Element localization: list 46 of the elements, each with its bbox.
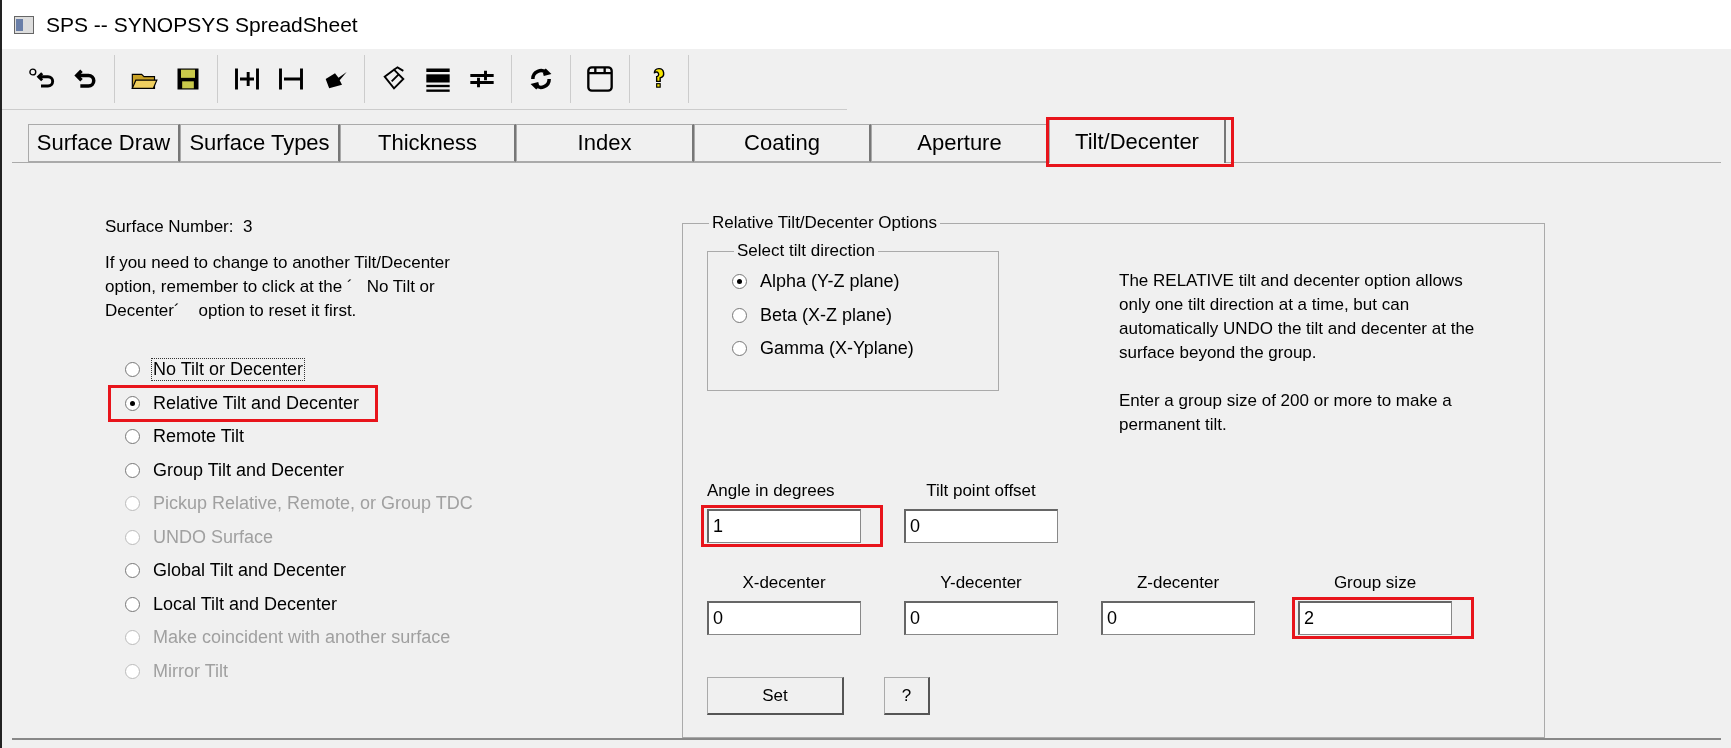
input-field[interactable]: 2 xyxy=(1298,601,1452,635)
field-label: Angle in degrees xyxy=(707,481,835,501)
set-button[interactable]: Set xyxy=(707,677,844,715)
radio-button[interactable] xyxy=(125,462,140,478)
input-field[interactable]: 0 xyxy=(904,601,1058,635)
field-label: X-decenter xyxy=(742,573,826,593)
radio-button[interactable] xyxy=(732,274,747,290)
field-label: Group size xyxy=(1333,573,1417,593)
option-label[interactable]: Gamma (X-Yplane) xyxy=(759,338,915,360)
surface-number: Surface Number: 3 xyxy=(105,216,254,238)
option-label[interactable]: No Tilt or Decenter xyxy=(152,359,305,381)
option-label[interactable]: Group Tilt and Decenter xyxy=(152,459,346,481)
group-title: Relative Tilt/Decenter Options xyxy=(711,213,938,233)
input-field[interactable]: 1 xyxy=(707,509,861,543)
field-label: Y-decenter xyxy=(940,573,1022,593)
option-label[interactable]: Local Tilt and Decenter xyxy=(152,593,339,615)
option-label[interactable]: Beta (X-Z plane) xyxy=(759,304,894,326)
radio-button[interactable] xyxy=(125,596,140,612)
radio-button[interactable] xyxy=(732,307,747,323)
window-title: SPS -- SYNOPSYS SpreadSheet xyxy=(46,12,358,37)
tab[interactable]: Thickness xyxy=(340,124,516,162)
help-button[interactable]: ? xyxy=(884,677,930,715)
tab[interactable]: Aperture xyxy=(871,124,1049,162)
option-label[interactable]: Global Tilt and Decenter xyxy=(152,560,348,582)
app-icon xyxy=(14,15,34,34)
input-field[interactable]: 0 xyxy=(904,509,1058,543)
input-field[interactable]: 0 xyxy=(707,601,861,635)
radio-button[interactable] xyxy=(125,395,140,411)
tab[interactable]: Surface Draw xyxy=(28,124,180,162)
option-label[interactable]: Relative Tilt and Decenter xyxy=(152,392,361,414)
description-text: Enter a group size of 200 or more to make a permanent tilt. xyxy=(1119,390,1453,436)
option-label[interactable]: Remote Tilt xyxy=(152,426,246,448)
radio-button[interactable] xyxy=(732,341,747,357)
tab[interactable]: Index xyxy=(516,124,694,162)
tab[interactable]: Surface Types xyxy=(180,124,340,162)
option-label[interactable]: Alpha (Y-Z plane) xyxy=(759,271,901,293)
description-text: The RELATIVE tilt and decenter option allows only one tilt direction at a time, but can automatically UNDO the tilt and decenter at the surface beyond the group. xyxy=(1119,270,1476,364)
instruction-text: If you need to change to another Tilt/Decenter option, remember to click at the ´ No Tilt or Decenter´ option to reset it first. xyxy=(105,252,451,322)
field-label: Tilt point offset xyxy=(926,481,1036,501)
field-label: Z-decenter xyxy=(1136,573,1220,593)
group-title: Select tilt direction xyxy=(736,241,876,261)
input-field[interactable]: 0 xyxy=(1101,601,1255,635)
radio-button[interactable] xyxy=(125,429,140,445)
tab[interactable]: Coating xyxy=(694,124,871,162)
radio-button[interactable] xyxy=(125,563,140,579)
radio-button[interactable] xyxy=(125,362,140,378)
